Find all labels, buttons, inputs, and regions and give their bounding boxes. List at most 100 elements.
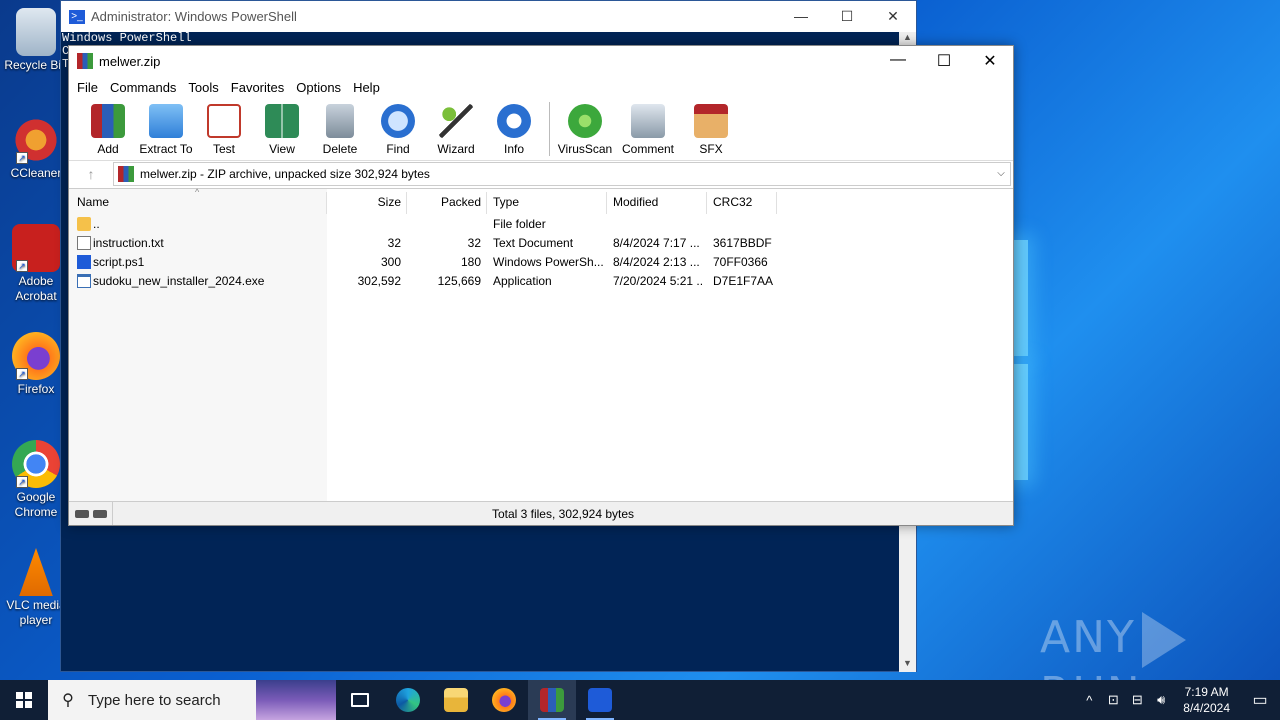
address-field[interactable]: melwer.zip - ZIP archive, unpacked size … bbox=[113, 161, 1011, 186]
menu-options[interactable]: Options bbox=[290, 80, 347, 95]
task-view-button[interactable] bbox=[336, 680, 384, 720]
file-packed: 32 bbox=[467, 236, 481, 250]
winrar-window[interactable]: melwer.zip — ☐ ✕ File Commands Tools Fav… bbox=[68, 45, 1014, 526]
taskbar-powershell[interactable] bbox=[576, 680, 624, 720]
taskbar-file-explorer[interactable] bbox=[432, 680, 480, 720]
test-button[interactable]: Test bbox=[195, 98, 253, 156]
maximize-button[interactable]: ☐ bbox=[824, 8, 870, 25]
table-row[interactable]: script.ps1 300 180 Windows PowerSh... 8/… bbox=[69, 253, 1013, 272]
volume-icon[interactable]: 🔊︎ bbox=[1149, 692, 1173, 708]
table-row[interactable]: .. File folder bbox=[69, 215, 1013, 234]
file-list[interactable]: ^ Name Size Packed Type Modified CRC32 .… bbox=[69, 187, 1013, 502]
scroll-up-icon[interactable]: ▲ bbox=[899, 32, 916, 46]
column-divider[interactable] bbox=[606, 192, 607, 214]
column-divider[interactable] bbox=[326, 192, 327, 214]
info-button[interactable]: Info bbox=[485, 98, 543, 156]
sort-up-icon: ^ bbox=[195, 187, 200, 197]
view-button[interactable]: View bbox=[253, 98, 311, 156]
address-text: melwer.zip - ZIP archive, unpacked size … bbox=[140, 166, 430, 181]
column-divider[interactable] bbox=[406, 192, 407, 214]
file-size: 32 bbox=[387, 236, 401, 250]
edge-icon bbox=[396, 688, 420, 712]
add-button[interactable]: Add bbox=[79, 98, 137, 156]
start-button[interactable] bbox=[0, 680, 48, 720]
find-button[interactable]: Find bbox=[369, 98, 427, 156]
powershell-titlebar[interactable]: >_ Administrator: Windows PowerShell — ☐… bbox=[61, 1, 916, 32]
winrar-app-icon bbox=[77, 53, 93, 69]
menu-help[interactable]: Help bbox=[347, 80, 386, 95]
desktop-icon-recycle-bin[interactable]: Recycle Bin bbox=[4, 8, 68, 73]
archive-icon bbox=[118, 165, 134, 182]
table-row[interactable]: instruction.txt 32 32 Text Document 8/4/… bbox=[69, 234, 1013, 253]
menu-file[interactable]: File bbox=[71, 80, 104, 95]
menu-tools[interactable]: Tools bbox=[182, 80, 224, 95]
application-icon bbox=[77, 274, 91, 288]
column-header-name[interactable]: Name bbox=[77, 195, 109, 209]
taskbar-edge[interactable] bbox=[384, 680, 432, 720]
wizard-button[interactable]: Wizard bbox=[427, 98, 485, 156]
column-header-crc32[interactable]: CRC32 bbox=[713, 195, 752, 209]
clock-time: 7:19 AM bbox=[1184, 685, 1229, 699]
column-header-packed[interactable]: Packed bbox=[409, 195, 481, 209]
button-label: Comment bbox=[621, 142, 674, 156]
sfx-button[interactable]: SFX bbox=[682, 98, 740, 156]
extract-folder-icon bbox=[149, 104, 183, 138]
comment-button[interactable]: Comment bbox=[614, 98, 682, 156]
minimize-button[interactable]: — bbox=[875, 51, 921, 71]
column-divider[interactable] bbox=[706, 192, 707, 214]
file-name: instruction.txt bbox=[93, 236, 164, 250]
desktop-icon-adobe-acrobat[interactable]: ↗ Adobe Acrobat bbox=[4, 224, 68, 304]
scroll-down-icon[interactable]: ▼ bbox=[899, 658, 916, 672]
virusscan-button[interactable]: VirusScan bbox=[556, 98, 614, 156]
column-header-type[interactable]: Type bbox=[493, 195, 519, 209]
system-tray: ^ ⊡ ⊟ 🔊︎ 7:19 AM 8/4/2024 ▭ bbox=[1077, 680, 1280, 720]
menu-commands[interactable]: Commands bbox=[104, 80, 182, 95]
close-button[interactable]: ✕ bbox=[870, 8, 916, 25]
taskbar-search[interactable]: ⚲ Type here to search bbox=[48, 680, 336, 720]
drive-icon[interactable] bbox=[75, 509, 89, 518]
column-divider[interactable] bbox=[776, 192, 777, 214]
column-header-size[interactable]: Size bbox=[329, 195, 401, 209]
button-label: Delete bbox=[322, 142, 358, 156]
maximize-button[interactable]: ☐ bbox=[921, 51, 967, 71]
taskbar-winrar[interactable] bbox=[528, 680, 576, 720]
vlc-icon bbox=[19, 548, 53, 596]
task-view-icon bbox=[351, 693, 369, 707]
file-name: sudoku_new_installer_2024.exe bbox=[93, 274, 265, 288]
recycle-bin-icon bbox=[16, 8, 56, 56]
menu-favorites[interactable]: Favorites bbox=[225, 80, 290, 95]
winrar-titlebar[interactable]: melwer.zip — ☐ ✕ bbox=[69, 46, 1013, 76]
network-icon[interactable]: ⊟ bbox=[1125, 692, 1149, 708]
menu-bar: File Commands Tools Favorites Options He… bbox=[69, 76, 1013, 98]
key-icon[interactable] bbox=[93, 509, 107, 518]
desktop-icon-label: Adobe Acrobat bbox=[15, 274, 57, 303]
delete-button[interactable]: Delete bbox=[311, 98, 369, 156]
column-header-modified[interactable]: Modified bbox=[613, 195, 658, 209]
up-arrow-icon[interactable]: ↑ bbox=[69, 166, 113, 182]
delete-trash-icon bbox=[326, 104, 354, 138]
desktop-icon-vlc[interactable]: VLC media player bbox=[4, 548, 68, 628]
winrar-title: melwer.zip bbox=[99, 53, 161, 69]
console-line: Windows PowerShell bbox=[62, 31, 192, 45]
column-divider[interactable] bbox=[486, 192, 487, 214]
desktop-icon-chrome[interactable]: ↗ Google Chrome bbox=[4, 440, 68, 520]
desktop-icon-label: Recycle Bin bbox=[4, 58, 68, 72]
taskbar-firefox[interactable] bbox=[480, 680, 528, 720]
adobe-acrobat-icon: ↗ bbox=[12, 224, 60, 272]
close-button[interactable]: ✕ bbox=[967, 51, 1013, 71]
extract-to-button[interactable]: Extract To bbox=[137, 98, 195, 156]
minimize-button[interactable]: — bbox=[778, 8, 824, 25]
chevron-up-icon[interactable]: ^ bbox=[1077, 693, 1101, 708]
network-drive-icon[interactable]: ⊡ bbox=[1101, 692, 1125, 708]
desktop-icon-firefox[interactable]: ↗ Firefox bbox=[4, 332, 68, 397]
chevron-down-icon[interactable]: ⌵ bbox=[992, 168, 1010, 179]
clock[interactable]: 7:19 AM 8/4/2024 bbox=[1173, 684, 1240, 716]
table-row[interactable]: sudoku_new_installer_2024.exe 302,592 12… bbox=[69, 272, 1013, 291]
notification-icon[interactable]: ▭ bbox=[1240, 690, 1280, 710]
button-label: Add bbox=[97, 142, 119, 156]
file-name: script.ps1 bbox=[93, 255, 145, 269]
desktop-icon-ccleaner[interactable]: ↗ CCleaner bbox=[4, 116, 68, 181]
file-type: Application bbox=[493, 274, 552, 288]
file-modified: 8/4/2024 2:13 ... bbox=[613, 255, 700, 269]
toolbar-separator bbox=[549, 102, 550, 156]
